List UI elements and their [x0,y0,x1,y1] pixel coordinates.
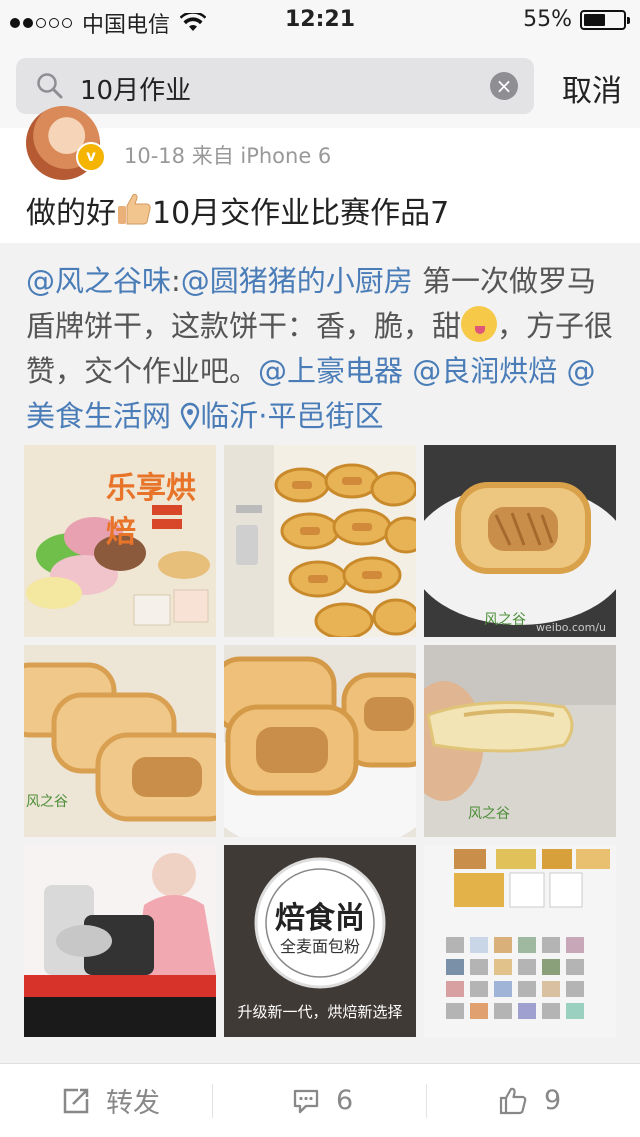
location-link[interactable]: 临沂·平邑街区 [180,399,383,433]
photo-1-caption: 乐享烘焙 [106,471,196,550]
search-query[interactable]: 10月作业 [80,70,191,107]
search-icon [37,73,63,99]
clear-icon[interactable]: × [490,72,518,100]
photo-4[interactable]: 风之谷 [24,645,216,837]
photo-3-url: weibo.com/u [536,621,607,634]
photo-6-watermark: 风之谷 [468,806,510,822]
photo-5[interactable] [224,645,416,837]
action-bar: 转发 6 9 [0,1063,640,1137]
photo-6-art [424,645,616,837]
location-label[interactable]: 临沂·平邑街区 [200,399,383,433]
photo-7[interactable] [24,845,216,1037]
repost-icon [63,1088,89,1113]
photo-7-art [24,845,216,1037]
post-text-start: 做的好 [26,196,116,231]
post-meta: 10-18 来自 iPhone 6 [124,144,332,168]
like-count: 9 [544,1085,562,1116]
photo-3[interactable]: 风之谷 weibo.com/u [424,445,616,637]
photo-5-art [224,645,416,837]
search-input[interactable]: 10月作业 × [16,58,534,114]
mention-link[interactable]: @圆猪猪的小厨房 [181,264,413,298]
like-button[interactable]: 9 [498,1064,561,1137]
comment-button[interactable]: 6 [292,1064,353,1137]
post-card[interactable]: v 10-18 来自 iPhone 6 做的好 10月交作业比赛作品7 [0,106,640,243]
photo-2-art [224,445,416,637]
comment-icon [293,1089,319,1113]
colon: : [171,264,181,298]
mention-link[interactable]: @上豪电器 [258,354,403,388]
post-text: 做的好 10月交作业比赛作品7 [26,188,449,232]
author-link[interactable]: @风之谷味 [26,264,171,298]
photo-3-watermark: 风之谷 [484,612,526,628]
battery-percent: 55% [523,7,572,32]
photo-9-art [424,845,616,1037]
photo-4-watermark: 风之谷 [26,794,68,810]
photo-8[interactable]: 焙食尚 全麦面包粉 升级新一代，烘焙新选择 [224,845,416,1037]
photo-8-slogan: 升级新一代，烘焙新选择 [237,1003,403,1021]
divider [212,1084,213,1118]
repost-label: 转发 [106,1088,160,1119]
mention-link[interactable]: @良润烘焙 [412,354,557,388]
photo-6[interactable]: 风之谷 [424,645,616,837]
location-icon [181,402,200,430]
image-grid: 乐享烘焙 风之谷 weibo.com/u 风之谷 风之谷 焙食尚 全麦面包粉 升… [24,445,616,1040]
photo-8-subtitle: 全麦面包粉 [279,937,360,956]
like-icon [499,1087,527,1114]
repost-button[interactable]: 转发 [62,1064,160,1137]
cancel-button[interactable]: 取消 [562,66,622,110]
photo-2[interactable] [224,445,416,637]
status-bar: 中国电信 12:21 55% [0,0,640,40]
thumbs-up-emoji [118,193,151,225]
battery-icon [580,9,630,30]
photo-9[interactable] [424,845,616,1037]
tongue-emoji [461,306,498,342]
divider [426,1084,427,1118]
post-text-end: 10月交作业比赛作品7 [152,196,450,231]
photo-1[interactable]: 乐享烘焙 [24,445,216,637]
photo-8-title: 焙食尚 [275,901,365,936]
retweet-text: @风之谷味:@圆猪猪的小厨房 第一次做罗马盾牌饼干，这款饼干：香，脆，甜 ，方子很… [26,259,616,439]
verified-badge-icon: v [76,142,106,172]
search-bar: 10月作业 × 取消 [0,40,640,129]
retweet-card[interactable]: @风之谷味:@圆猪猪的小厨房 第一次做罗马盾牌饼干，这款饼干：香，脆，甜 ，方子很… [0,243,640,1063]
comment-count: 6 [336,1085,354,1116]
